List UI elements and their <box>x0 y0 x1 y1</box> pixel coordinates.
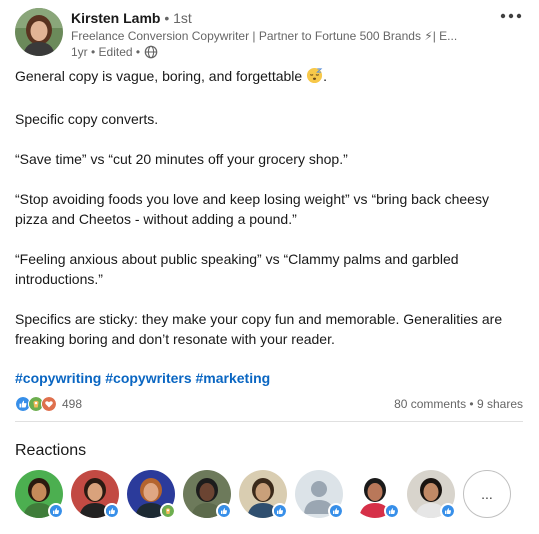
post-paragraph: “Stop avoiding foods you love and keep l… <box>15 191 489 227</box>
reactions-heading: Reactions <box>15 442 87 459</box>
author-meta: Kirsten Lamb • 1st Freelance Conversion … <box>71 9 488 60</box>
like-icon <box>104 503 120 519</box>
connection-degree: • 1st <box>160 10 192 26</box>
more-options-button[interactable] <box>498 6 524 26</box>
post-paragraph-suffix: . <box>323 68 327 84</box>
post-paragraph: Specific copy converts. <box>15 111 159 127</box>
separator: • <box>466 397 477 411</box>
like-icon <box>216 503 232 519</box>
like-icon <box>440 503 456 519</box>
reactor-avatar[interactable] <box>239 470 288 519</box>
like-icon <box>272 503 288 519</box>
reactor-avatar[interactable] <box>127 470 176 519</box>
post-paragraph: “Save time” vs “cut 20 minutes off your … <box>15 151 348 167</box>
shares-count-link[interactable]: 9 shares <box>477 397 523 411</box>
like-icon <box>328 503 344 519</box>
hashtag-link[interactable]: #copywriters <box>105 370 191 386</box>
post-paragraph-text: General copy is vague, boring, and forge… <box>15 68 303 84</box>
social-counts: 498 80 comments • 9 shares <box>15 394 523 414</box>
ellipsis-icon <box>500 13 522 19</box>
reactor-list: ... <box>15 470 511 519</box>
post-paragraph: Specifics are sticky: they make your cop… <box>15 311 503 347</box>
reaction-summary[interactable]: 498 <box>15 396 82 412</box>
author-headline: Freelance Conversion Copywriter | Partne… <box>71 29 458 43</box>
post-paragraph: General copy is vague, boring, and forge… <box>15 66 523 89</box>
reactor-avatar[interactable] <box>71 470 120 519</box>
love-icon <box>41 396 57 412</box>
reactor-avatar[interactable] <box>295 470 344 519</box>
post-time-row: 1yr • Edited • <box>71 44 488 60</box>
author-name-row: Kirsten Lamb • 1st <box>71 9 488 27</box>
reaction-count: 498 <box>62 397 83 411</box>
author-photo-icon <box>15 8 63 56</box>
reactor-avatar[interactable] <box>407 470 456 519</box>
comments-shares: 80 comments • 9 shares <box>394 397 523 411</box>
celebrate-icon <box>160 503 176 519</box>
author-name[interactable]: Kirsten Lamb <box>71 10 160 26</box>
post-time: 1yr • Edited • <box>71 45 141 59</box>
author-avatar[interactable] <box>15 8 63 56</box>
hashtags: #copywriting #copywriters #marketing <box>15 368 270 388</box>
reactor-avatar[interactable] <box>351 470 400 519</box>
post-header: Kirsten Lamb • 1st Freelance Conversion … <box>15 6 524 60</box>
reactor-avatar[interactable] <box>15 470 64 519</box>
reactor-avatar[interactable] <box>183 470 232 519</box>
hashtag-link[interactable]: #copywriting <box>15 370 101 386</box>
globe-icon <box>144 45 158 59</box>
more-reactors-button[interactable]: ... <box>463 470 511 518</box>
sleeping-face-emoji <box>306 67 323 89</box>
post-text: General copy is vague, boring, and forge… <box>15 66 523 349</box>
like-icon <box>384 503 400 519</box>
comments-count-link[interactable]: 80 comments <box>394 397 466 411</box>
divider <box>15 421 523 422</box>
like-icon <box>48 503 64 519</box>
hashtag-link[interactable]: #marketing <box>196 370 271 386</box>
post-paragraph: “Feeling anxious about public speaking” … <box>15 251 459 287</box>
